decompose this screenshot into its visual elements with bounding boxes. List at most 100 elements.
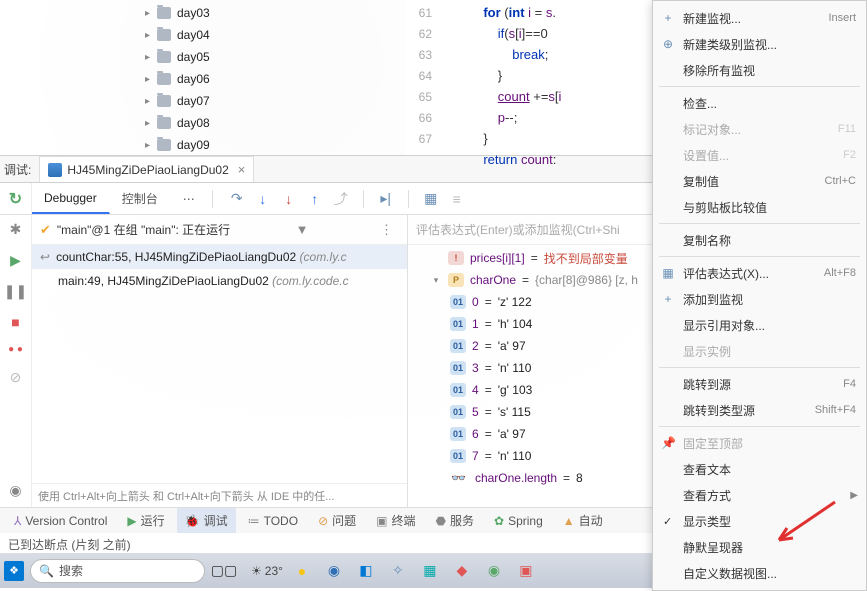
app-icon[interactable]: ◧ — [353, 558, 379, 584]
debug-label: 调试: — [4, 161, 31, 178]
index-badge-icon: 01 — [450, 361, 466, 375]
tree-folder[interactable]: ▸day04 — [0, 24, 405, 46]
menu-icon: ⊕ — [661, 37, 675, 51]
tree-folder[interactable]: ▸day03 — [0, 2, 405, 24]
project-tree[interactable]: ▸day03▸day04▸day05▸day06▸day07▸day08▸day… — [0, 0, 405, 155]
tw-spring[interactable]: ✿Spring — [486, 508, 551, 533]
filter-icon[interactable]: ▼ — [296, 222, 309, 237]
tw-todo[interactable]: ≔TODO — [240, 508, 306, 533]
index-badge-icon: 01 — [450, 317, 466, 331]
chevron-right-icon: ▸ — [145, 30, 157, 41]
index-badge-icon: 01 — [450, 383, 466, 397]
tree-folder[interactable]: ▸day08 — [0, 112, 405, 134]
menu-item[interactable]: 静默呈现器 — [653, 534, 866, 560]
menu-item[interactable]: 自定义数据视图... — [653, 560, 866, 586]
menu-item[interactable]: 与剪贴板比较值 — [653, 194, 866, 220]
stop-icon[interactable]: ■ — [11, 314, 19, 330]
menu-item[interactable]: 检查... — [653, 90, 866, 116]
step-into-icon[interactable]: ↓ — [255, 191, 271, 207]
stack-frame[interactable]: ↩countChar:55, HJ45MingZiDePiaoLiangDu02… — [32, 245, 407, 269]
app-icon[interactable]: ● — [289, 558, 315, 584]
tab-more[interactable]: ⋯ — [171, 183, 208, 214]
chevron-right-icon: ▶ — [850, 490, 858, 501]
error-badge-icon: ! — [448, 251, 464, 265]
more-icon[interactable]: ⋮ — [380, 222, 393, 238]
tree-folder[interactable]: ▸day07 — [0, 90, 405, 112]
task-view-icon[interactable]: ▢▢ — [211, 558, 237, 584]
app-icon[interactable]: ▦ — [417, 558, 443, 584]
app-icon[interactable]: ▣ — [513, 558, 539, 584]
menu-item[interactable]: 移除所有监视 — [653, 57, 866, 83]
chevron-right-icon: ▸ — [145, 74, 157, 85]
weather-widget[interactable]: ☀23° — [251, 564, 283, 578]
app-icon[interactable]: ✧ — [385, 558, 411, 584]
tab-debugger[interactable]: Debugger — [32, 183, 110, 214]
check-icon: ✓ — [663, 515, 672, 528]
camera-icon[interactable]: ◉ — [9, 482, 21, 499]
menu-item: 📌固定至顶部 — [653, 430, 866, 456]
app-icon[interactable]: ◉ — [481, 558, 507, 584]
menu-item[interactable]: 查看方式▶ — [653, 482, 866, 508]
menu-item[interactable]: ▦评估表达式(X)...Alt+F8 — [653, 260, 866, 286]
tw-services[interactable]: ⬣服务 — [428, 508, 483, 533]
menu-item[interactable]: 复制名称 — [653, 227, 866, 253]
menu-item: 设置值...F2 — [653, 142, 866, 168]
mute-breakpoints-icon[interactable]: ⊘ — [10, 369, 22, 386]
force-step-into-icon[interactable]: ↓ — [281, 191, 297, 207]
tab-console[interactable]: 控制台 — [110, 183, 171, 214]
run-to-cursor-icon[interactable]: ▸| — [378, 191, 394, 207]
resume-icon[interactable]: ▶ — [10, 252, 21, 269]
folder-icon — [157, 7, 171, 19]
settings-icon[interactable]: ✱ — [10, 221, 22, 238]
index-badge-icon: 01 — [450, 427, 466, 441]
debug-session-tab[interactable]: HJ45MingZiDePiaoLiangDu02 × — [39, 156, 254, 182]
drop-frame-icon[interactable]: ⤴ — [333, 191, 349, 207]
pause-icon[interactable]: ❚❚ — [4, 283, 27, 300]
tw-auto[interactable]: ▲自动 — [555, 508, 611, 533]
tree-folder[interactable]: ▸day05 — [0, 46, 405, 68]
menu-item[interactable]: 显示引用对象... — [653, 312, 866, 338]
tree-folder[interactable]: ▸day09 — [0, 134, 405, 156]
trace-icon[interactable]: ≡ — [449, 191, 465, 207]
chevron-down-icon[interactable]: ▾ — [430, 275, 442, 286]
tw-version-control[interactable]: ⅄Version Control — [6, 508, 115, 533]
step-out-icon[interactable]: ↑ — [307, 191, 323, 207]
folder-icon — [157, 73, 171, 85]
tree-folder[interactable]: ▸day06 — [0, 68, 405, 90]
start-button[interactable]: ❖ — [4, 561, 24, 581]
menu-item[interactable]: 复制值Ctrl+C — [653, 168, 866, 194]
folder-icon — [157, 139, 171, 151]
menu-item[interactable]: +新建监视...Insert — [653, 5, 866, 31]
taskbar-search[interactable]: 🔍 搜索 — [30, 559, 205, 583]
stack-frame[interactable]: main:49, HJ45MingZiDePiaoLiangDu02 (com.… — [32, 269, 407, 293]
tw-debug[interactable]: 🐞调试 — [177, 508, 236, 533]
menu-item[interactable]: +添加到监视 — [653, 286, 866, 312]
menu-icon: ▦ — [661, 266, 675, 280]
menu-item[interactable]: 查看文本 — [653, 456, 866, 482]
debug-tab-title: HJ45MingZiDePiaoLiangDu02 — [67, 163, 228, 177]
menu-item[interactable]: 跳转到源F4 — [653, 371, 866, 397]
menu-item[interactable]: ✓显示类型 — [653, 508, 866, 534]
chevron-right-icon: ▸ — [145, 52, 157, 63]
folder-icon — [157, 29, 171, 41]
evaluate-icon[interactable]: ▦ — [423, 191, 439, 207]
tw-terminal[interactable]: ▣终端 — [368, 508, 423, 533]
close-icon[interactable]: × — [238, 162, 246, 177]
thread-label[interactable]: "main"@1 在组 "main": 正在运行 — [57, 221, 230, 238]
menu-icon: + — [661, 292, 675, 306]
tw-run[interactable]: ▶运行 — [119, 508, 172, 533]
context-menu: +新建监视...Insert⊕新建类级别监视...移除所有监视检查...标记对象… — [652, 0, 867, 591]
app-icon[interactable]: ◆ — [449, 558, 475, 584]
tw-problems[interactable]: ⊘问题 — [310, 508, 364, 533]
debug-side-controls: ✱ ▶ ❚❚ ■ ● ● ⊘ ◉ — [0, 215, 32, 507]
java-icon — [48, 163, 62, 177]
menu-item: 标记对象...F11 — [653, 116, 866, 142]
param-badge-icon: P — [448, 273, 464, 287]
step-over-icon[interactable]: ↷ — [229, 191, 245, 207]
rerun-icon[interactable]: ↻ — [9, 189, 22, 209]
menu-item[interactable]: ⊕新建类级别监视... — [653, 31, 866, 57]
chevron-right-icon: ▸ — [145, 140, 157, 151]
menu-item[interactable]: 跳转到类型源Shift+F4 — [653, 397, 866, 423]
view-breakpoints-icon[interactable]: ● ● — [8, 344, 23, 355]
app-icon[interactable]: ◉ — [321, 558, 347, 584]
